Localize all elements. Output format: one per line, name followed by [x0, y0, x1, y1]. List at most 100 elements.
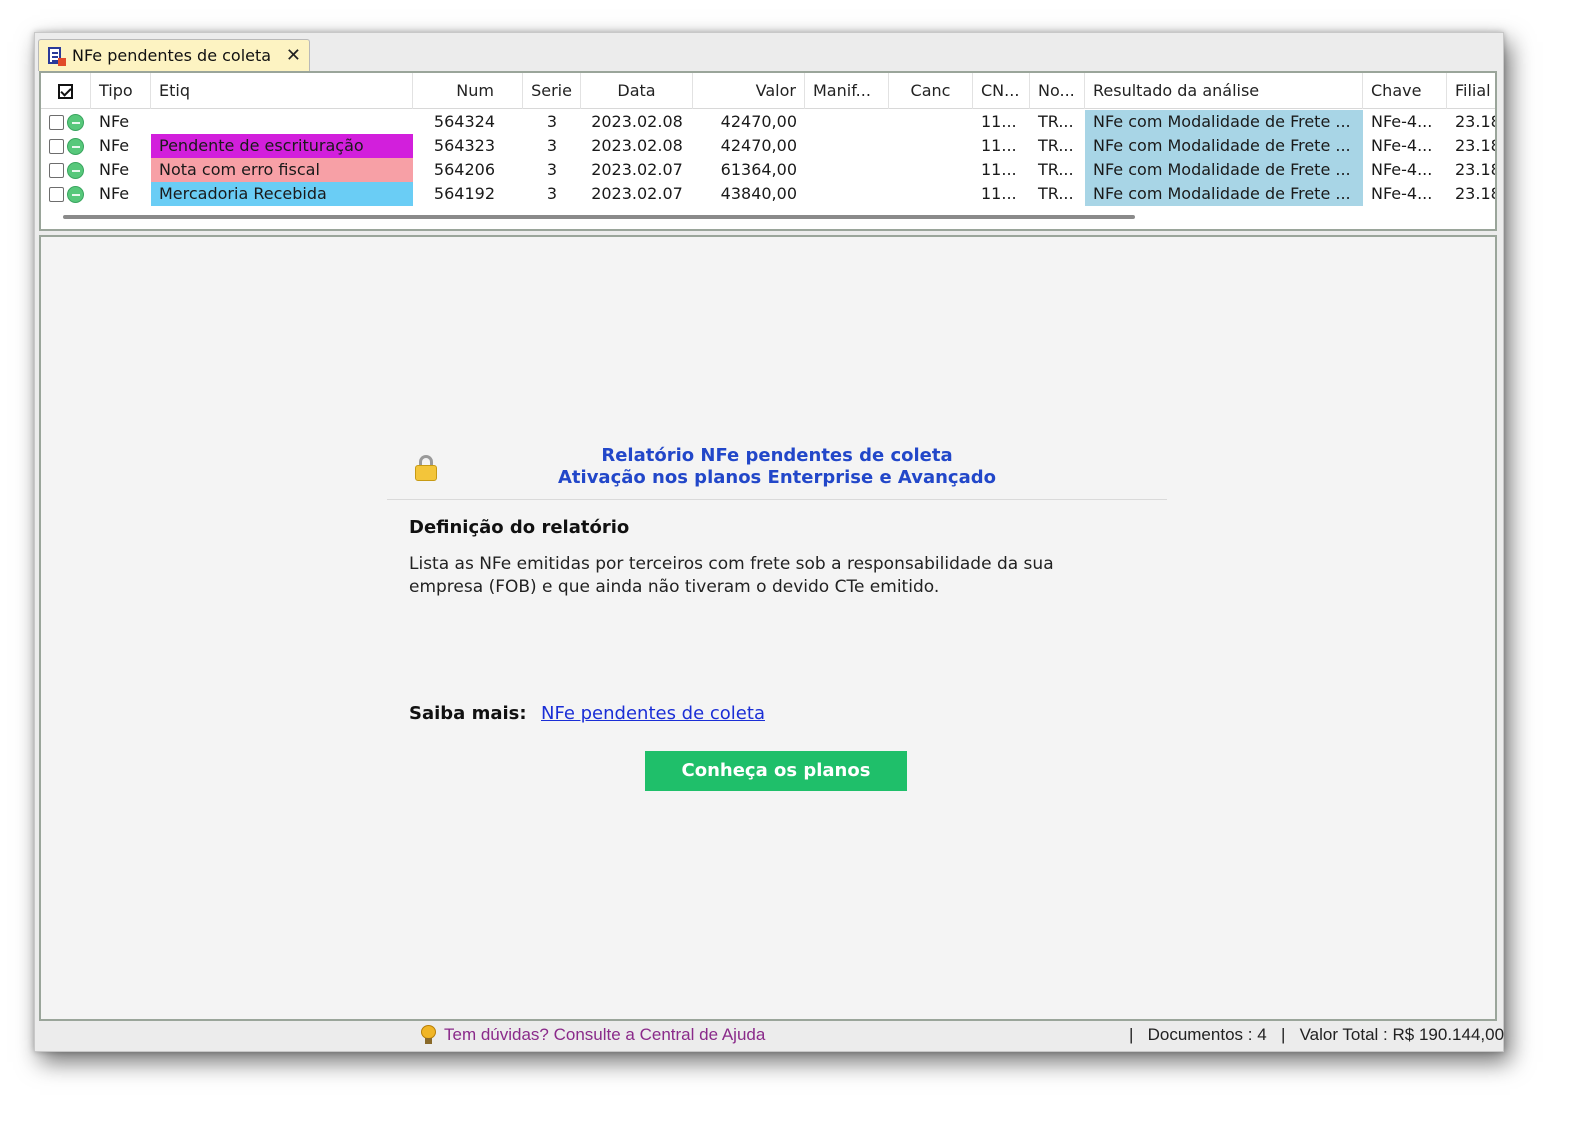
cell-resultado: NFe com Modalidade de Frete ...: [1085, 134, 1363, 158]
cell-chave: NFe-4...: [1371, 184, 1433, 203]
column-header-manif[interactable]: Manif...: [805, 73, 889, 109]
main-window: NFe pendentes de coleta ✕ Tipo Etiq Num …: [34, 32, 1504, 1052]
column-header-cn[interactable]: CN...: [973, 73, 1030, 109]
checkbox-checked-icon: [58, 84, 73, 99]
report-subtitle: Ativação nos planos Enterprise e Avançad…: [557, 467, 996, 488]
column-header-canc[interactable]: Canc: [889, 73, 973, 109]
cell-num: 564192: [433, 184, 495, 203]
cell-tipo: NFe: [99, 184, 130, 203]
tab-label: NFe pendentes de coleta: [72, 46, 272, 65]
cell-tipo: NFe: [99, 160, 130, 179]
cell-valor: 61364,00: [720, 160, 797, 179]
cell-manif: [805, 134, 889, 158]
status-bar: Tem dúvidas? Consulte a Central de Ajuda…: [35, 1021, 1505, 1051]
row-checkbox[interactable]: [49, 139, 64, 154]
tab-strip: NFe pendentes de coleta ✕: [35, 33, 1503, 71]
cell-etiq: Mercadoria Recebida: [151, 182, 413, 206]
cell-manif: [805, 158, 889, 182]
cell-num: 564206: [433, 160, 495, 179]
cell-serie: 3: [546, 136, 558, 155]
column-header-num[interactable]: Num: [413, 73, 523, 109]
cell-canc: [889, 158, 973, 182]
cell-resultado: NFe com Modalidade de Frete ...: [1085, 158, 1363, 182]
column-header-etiq[interactable]: Etiq: [151, 73, 413, 109]
column-header-resultado[interactable]: Resultado da análise: [1085, 73, 1363, 109]
grid-header: Tipo Etiq Num Serie Data Valor Manif... …: [41, 73, 1495, 109]
cell-no: TR...: [1038, 160, 1074, 179]
definition-text: Lista as NFe emitidas por terceiros com …: [409, 554, 1054, 597]
cell-serie: 3: [546, 184, 558, 203]
cell-tipo: NFe: [99, 136, 130, 155]
cell-num: 564324: [433, 112, 495, 131]
saiba-mais-link[interactable]: NFe pendentes de coleta: [541, 703, 765, 724]
cell-valor: 42470,00: [720, 112, 797, 131]
saiba-mais-label: Saiba mais:: [409, 703, 527, 724]
report-document-icon: [47, 46, 66, 66]
report-info-panel: Relatório NFe pendentes de coleta Ativaç…: [39, 235, 1497, 1021]
cell-data: 2023.02.08: [591, 112, 683, 131]
column-header-tipo[interactable]: Tipo: [91, 73, 151, 109]
cell-canc: [889, 110, 973, 134]
report-title: Relatório NFe pendentes de coleta: [601, 445, 953, 466]
cell-valor: 42470,00: [720, 136, 797, 155]
cell-etiq: Nota com erro fiscal: [151, 158, 413, 182]
column-header-data[interactable]: Data: [581, 73, 693, 109]
cell-cn: 11...: [981, 184, 1017, 203]
cell-cn: 11...: [981, 160, 1017, 179]
column-header-filial[interactable]: Filial: [1447, 73, 1495, 109]
cell-filial: 23.18: [1455, 184, 1497, 203]
row-select: [41, 110, 91, 134]
lightbulb-icon: [421, 1025, 436, 1045]
row-select: [41, 158, 91, 182]
table-row[interactable]: NFe 564324 3 2023.02.08 42470,00 11... T…: [41, 110, 1497, 134]
cell-data: 2023.02.07: [591, 160, 683, 179]
cell-no: TR...: [1038, 112, 1074, 131]
divider: [387, 499, 1167, 500]
horizontal-scrollbar-thumb[interactable]: [63, 215, 1135, 219]
cell-etiq: [151, 110, 413, 134]
column-header-no[interactable]: No...: [1030, 73, 1085, 109]
cell-resultado: NFe com Modalidade de Frete ...: [1085, 182, 1363, 206]
plans-button[interactable]: Conheça os planos: [645, 751, 907, 791]
table-row[interactable]: NFe Nota com erro fiscal 564206 3 2023.0…: [41, 158, 1495, 182]
help-text: Tem dúvidas? Consulte a Central de Ajuda: [444, 1025, 766, 1044]
cell-serie: 3: [546, 160, 558, 179]
table-row[interactable]: NFe Mercadoria Recebida 564192 3 2023.02…: [41, 182, 1497, 206]
xml-status-icon: [67, 114, 84, 131]
cell-filial: 23.18: [1455, 136, 1497, 155]
cell-no: TR...: [1038, 136, 1074, 155]
row-checkbox[interactable]: [49, 163, 64, 178]
cell-filial: 23.18: [1455, 112, 1497, 131]
definition-heading: Definição do relatório: [409, 517, 630, 538]
select-all-checkbox[interactable]: [41, 73, 91, 109]
column-header-chave[interactable]: Chave: [1363, 73, 1447, 109]
cell-canc: [889, 134, 973, 158]
cell-etiq: Pendente de escrituração: [151, 134, 413, 158]
cell-chave: NFe-4...: [1371, 112, 1433, 131]
xml-status-icon: [67, 138, 84, 155]
cell-resultado: NFe com Modalidade de Frete ...: [1085, 110, 1363, 134]
cell-data: 2023.02.07: [591, 184, 683, 203]
row-checkbox[interactable]: [49, 115, 64, 130]
cell-tipo: NFe: [99, 112, 130, 131]
cell-chave: NFe-4...: [1371, 136, 1433, 155]
cell-cn: 11...: [981, 136, 1017, 155]
row-select: [41, 182, 91, 206]
total-value: | Valor Total : R$ 190.144,00: [1281, 1025, 1505, 1044]
cell-manif: [805, 110, 889, 134]
documents-count: | Documentos : 4: [1129, 1025, 1267, 1044]
xml-status-icon: [67, 186, 84, 203]
help-link[interactable]: Tem dúvidas? Consulte a Central de Ajuda: [421, 1025, 765, 1045]
column-header-valor[interactable]: Valor: [693, 73, 805, 109]
documents-grid: Tipo Etiq Num Serie Data Valor Manif... …: [39, 71, 1497, 231]
cell-chave: NFe-4...: [1371, 160, 1433, 179]
cell-serie: 3: [546, 112, 558, 131]
cell-no: TR...: [1038, 184, 1074, 203]
cell-cn: 11...: [981, 112, 1017, 131]
column-header-serie[interactable]: Serie: [523, 73, 581, 109]
cell-valor: 43840,00: [720, 184, 797, 203]
close-tab-icon[interactable]: ✕: [286, 45, 301, 66]
tab-nfe-pendentes[interactable]: NFe pendentes de coleta ✕: [38, 39, 310, 71]
table-row[interactable]: NFe Pendente de escrituração 564323 3 20…: [41, 134, 1497, 158]
row-checkbox[interactable]: [49, 187, 64, 202]
